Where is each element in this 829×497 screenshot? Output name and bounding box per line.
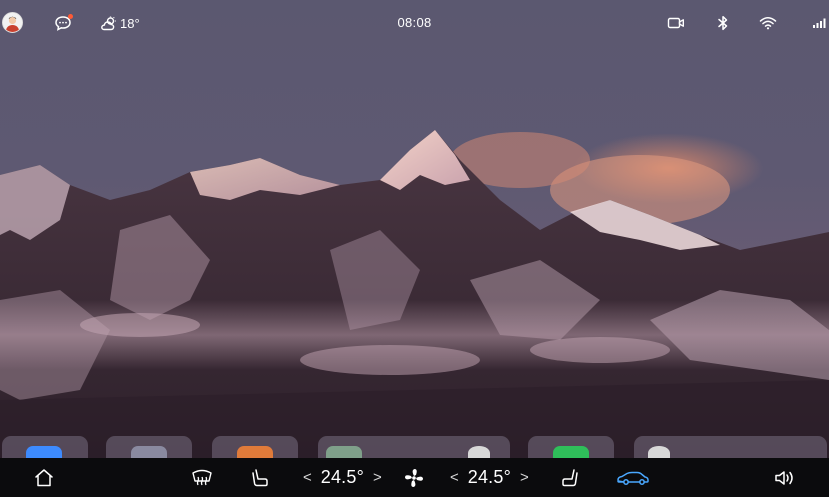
driver-temp-decrease[interactable]: < <box>303 469 312 486</box>
dock-card[interactable] <box>2 436 88 460</box>
driver-temperature: 24.5° <box>320 467 364 487</box>
dock-card[interactable] <box>528 436 614 460</box>
driver-temperature-control: < 24.5° > <box>303 458 382 497</box>
volume-icon <box>775 470 793 485</box>
home-icon <box>35 469 53 487</box>
passenger-temp-increase[interactable]: > <box>520 469 529 486</box>
dock-card[interactable] <box>634 436 827 460</box>
cellular-signal-status[interactable] <box>810 13 829 33</box>
mountain-wallpaper-art <box>0 0 829 497</box>
dock-card[interactable] <box>318 436 510 460</box>
dock-card[interactable] <box>212 436 298 460</box>
rear-defrost-button[interactable] <box>190 458 214 497</box>
passenger-temperature-control: < 24.5° > <box>450 458 529 497</box>
fan-button[interactable] <box>401 458 427 497</box>
cellular-signal-icon <box>813 18 826 28</box>
dashcam-icon <box>667 17 684 29</box>
vehicle-status-button[interactable] <box>614 458 652 497</box>
passenger-temperature: 24.5° <box>467 467 511 487</box>
rear-defrost-icon <box>192 469 212 485</box>
wifi-status[interactable] <box>758 13 778 33</box>
bluetooth-status[interactable] <box>713 13 733 33</box>
wifi-icon <box>759 17 777 30</box>
seat-heat-icon <box>252 468 268 486</box>
driver-temp-increase[interactable]: > <box>373 469 382 486</box>
volume-button[interactable] <box>772 458 798 497</box>
app-dock <box>0 436 829 460</box>
car-status-icon <box>617 471 649 485</box>
dashcam-button[interactable] <box>666 13 686 33</box>
status-bar: 18° 08:08 <box>0 0 829 44</box>
dock-card[interactable] <box>106 436 192 460</box>
clock-time: 08:08 <box>397 15 432 30</box>
passenger-seat-heat-button[interactable] <box>558 458 582 497</box>
driver-seat-heat-button[interactable] <box>248 458 272 497</box>
seat-heat-icon <box>562 468 578 486</box>
wallpaper-mountain-image <box>0 0 829 497</box>
passenger-temp-decrease[interactable]: < <box>450 469 459 486</box>
fan-icon <box>405 468 423 487</box>
vehicle-control-bar: < 24.5° > < 24.5° > <box>0 458 829 497</box>
home-button[interactable] <box>32 458 56 497</box>
bluetooth-icon <box>718 15 728 31</box>
